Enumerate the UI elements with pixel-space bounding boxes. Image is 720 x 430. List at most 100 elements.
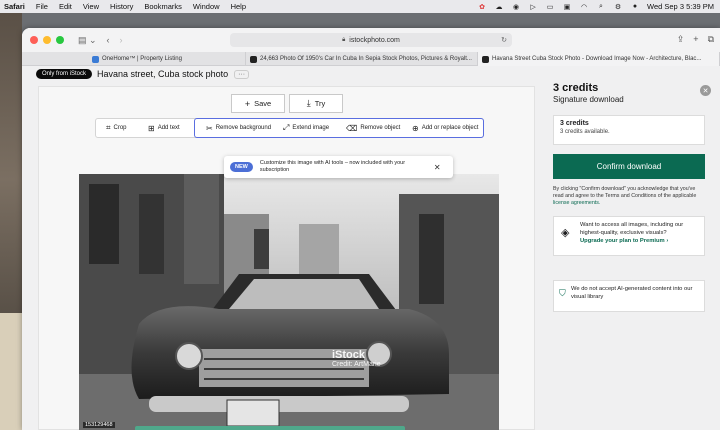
menu-help[interactable]: Help: [231, 2, 246, 11]
page-content: Only from iStock Havana street, Cuba sto…: [22, 66, 720, 430]
confirm-download-button[interactable]: Confirm download: [553, 154, 705, 179]
menu-bookmarks[interactable]: Bookmarks: [144, 2, 182, 11]
tab-title: Havana Street Cuba Stock Photo - Downloa…: [492, 56, 702, 62]
ai-notice-text: We do not accept AI-generated content in…: [571, 286, 693, 300]
extend-image-tool[interactable]: ⤢ Extend image: [283, 119, 329, 137]
desktop-paper: [0, 313, 22, 430]
battery-icon[interactable]: ▭: [545, 3, 555, 11]
menu-window[interactable]: Window: [193, 2, 220, 11]
share-icon[interactable]: ⇪: [677, 34, 685, 45]
sidebar-toggle-icon[interactable]: ▤ ⌄: [78, 35, 97, 46]
desktop-background: [0, 13, 22, 430]
eraser-icon: ⌫: [346, 123, 358, 133]
play-icon[interactable]: ▷: [528, 3, 538, 11]
istock-favicon: [482, 55, 489, 63]
new-badge: NEW: [230, 162, 253, 172]
crop-icon: ⌗: [106, 123, 111, 132]
add-text-icon: ⊞: [148, 123, 155, 133]
add-replace-object-tool[interactable]: ⊕ Add or replace object: [412, 119, 478, 137]
editing-toolbar: ⌗ Crop ⊞ Add text ✂ Remove background ⤢ …: [95, 118, 484, 138]
menu-file[interactable]: File: [36, 2, 48, 11]
crop-label: Crop: [113, 125, 127, 131]
istock-favicon: [250, 55, 257, 63]
stock-photo[interactable]: iStock Credit: ArtMarie 153129468: [79, 174, 499, 430]
cloud-icon[interactable]: ☁: [494, 3, 504, 11]
popup-text: Customize this image with AI tools – now…: [259, 160, 406, 173]
close-window-button[interactable]: [30, 36, 38, 44]
menu-app-name[interactable]: Safari: [4, 2, 25, 11]
more-options-button[interactable]: ···: [234, 69, 250, 79]
try-button[interactable]: ⤓ Try: [289, 94, 343, 113]
extend-image-label: Extend image: [292, 125, 330, 131]
add-object-icon: ⊕: [412, 123, 419, 133]
add-replace-object-label: Add or replace object: [421, 125, 479, 131]
browser-toolbar: ▤ ⌄ ‹ › 🔒︎ istockphoto.com ↻ ⇪ + ⧉: [22, 28, 720, 52]
forward-icon[interactable]: ›: [120, 35, 123, 45]
zoom-window-button[interactable]: [56, 36, 64, 44]
minimize-window-button[interactable]: [43, 36, 51, 44]
ai-content-notice: ⛉ We do not accept AI-generated content …: [553, 280, 705, 312]
back-icon[interactable]: ‹: [107, 35, 110, 45]
display-icon[interactable]: ▣: [562, 3, 572, 11]
legal-notice: By clicking "Confirm download" you ackno…: [553, 186, 705, 207]
crop-tool[interactable]: ⌗ Crop: [106, 119, 127, 137]
reload-icon[interactable]: ↻: [501, 36, 507, 44]
wifi-icon[interactable]: ◠: [579, 3, 589, 11]
macos-menubar: Safari File Edit View History Bookmarks …: [0, 0, 720, 13]
address-bar[interactable]: 🔒︎ istockphoto.com ↻: [230, 33, 512, 47]
lock-icon: 🔒︎: [342, 36, 346, 43]
tab-havana-street[interactable]: Havana Street Cuba Stock Photo - Downloa…: [478, 52, 720, 66]
exclusive-badge: Only from iStock: [36, 69, 93, 79]
remove-background-label: Remove background: [215, 125, 272, 131]
close-icon[interactable]: ✕: [434, 163, 441, 172]
menubar-clock[interactable]: Wed Sep 3 5:39 PM: [647, 2, 714, 11]
close-icon[interactable]: ✕: [700, 85, 711, 96]
search-icon[interactable]: ⌕: [596, 3, 606, 11]
tab-overview-icon[interactable]: ⧉: [708, 34, 714, 45]
control-center-icon[interactable]: ⚙: [613, 3, 623, 11]
premium-upsell: ◈ Want to access all images, including o…: [553, 216, 705, 256]
bottom-bar: [135, 426, 405, 430]
tab-bar: OneHome™ | Property Listing 24,663 Photo…: [22, 52, 720, 66]
scissors-icon: ✂: [206, 123, 213, 133]
shield-icon: ⛉: [559, 288, 566, 298]
download-panel: 3 credits Signature download ✕ 3 credits…: [552, 66, 720, 430]
safari-window: ▤ ⌄ ‹ › 🔒︎ istockphoto.com ↻ ⇪ + ⧉ OneHo…: [22, 28, 720, 430]
ai-tools-popup: NEW Customize this image with AI tools –…: [224, 156, 453, 178]
image-id: 153129468: [83, 422, 115, 428]
remove-object-tool[interactable]: ⌫ Remove object: [346, 119, 400, 137]
watermark-credit: Credit: ArtMarie: [332, 361, 381, 368]
credits-box-title: 3 credits: [560, 120, 589, 127]
menu-view[interactable]: View: [83, 2, 99, 11]
upgrade-link[interactable]: Upgrade your plan to Premium ›: [580, 238, 698, 244]
watermark: iStock Credit: ArtMarie: [332, 349, 381, 368]
tab-stock-search[interactable]: 24,663 Photo Of 1950's Car In Cuba In Se…: [246, 52, 478, 66]
menu-edit[interactable]: Edit: [59, 2, 72, 11]
remove-object-label: Remove object: [360, 125, 401, 131]
gift-icon[interactable]: ✿: [477, 3, 487, 11]
save-button[interactable]: + Save: [231, 94, 285, 113]
add-text-tool[interactable]: ⊞ Add text: [148, 119, 180, 137]
credits-heading: 3 credits: [553, 82, 599, 94]
credits-available: 3 credits available.: [560, 129, 610, 135]
save-label: Save: [254, 99, 272, 108]
plus-icon: +: [244, 98, 251, 109]
tab-title: OneHome™ | Property Listing: [102, 56, 182, 62]
extend-icon: ⤢: [283, 123, 290, 132]
remove-background-tool[interactable]: ✂ Remove background: [206, 119, 271, 137]
image-editor: + Save ⤓ Try ⌗ Crop ⊞ Add text ✂ Remove …: [38, 86, 535, 430]
havana-car-photo: [79, 174, 499, 430]
download-type: Signature download: [553, 95, 624, 104]
page-title: Havana street, Cuba stock photo: [97, 69, 229, 79]
legal-text: By clicking "Confirm download" you ackno…: [553, 186, 697, 199]
window-controls: [30, 36, 64, 44]
license-link[interactable]: license agreements.: [553, 200, 600, 206]
credits-box: 3 credits 3 credits available.: [553, 115, 705, 145]
menu-history[interactable]: History: [110, 2, 133, 11]
watermark-logo: iStock: [332, 349, 366, 361]
tab-onehome[interactable]: OneHome™ | Property Listing: [88, 52, 246, 66]
account-icon[interactable]: ◉: [511, 3, 521, 11]
try-label: Try: [314, 99, 326, 108]
siri-icon[interactable]: ●: [630, 3, 640, 11]
new-tab-icon[interactable]: +: [693, 34, 698, 45]
